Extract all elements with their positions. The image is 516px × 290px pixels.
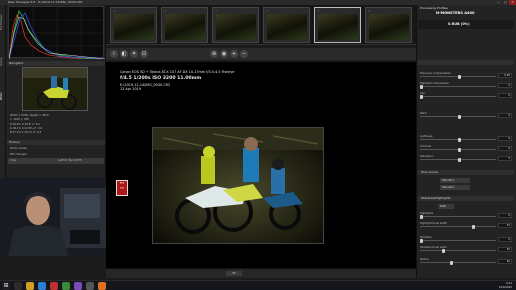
lock-icon[interactable]: ⊕ bbox=[210, 50, 218, 58]
rating-star-icon[interactable]: ☆ bbox=[368, 9, 371, 13]
zoom-100-icon[interactable]: ◉ bbox=[220, 50, 228, 58]
slider-lightness[interactable]: Lightness 0 bbox=[418, 135, 514, 142]
history-item-detail: Left=0, Top=2375 bbox=[58, 159, 82, 162]
main-photo[interactable] bbox=[152, 127, 324, 244]
slider-shadows[interactable]: Shadows 0 bbox=[418, 236, 514, 243]
filmstrip-thumbnail[interactable]: ☆ bbox=[365, 7, 412, 43]
image-size-info: Width = 5796, Height = 3870 bbox=[10, 114, 49, 117]
navigator-preview-image bbox=[23, 68, 87, 110]
histogram-graph bbox=[8, 7, 106, 60]
motocross-photo bbox=[153, 128, 323, 243]
slider-highlight-compression[interactable]: Highlight compression 0 bbox=[418, 82, 514, 89]
red-overlay-line2: TV bbox=[120, 186, 124, 190]
history-item-selected[interactable]: Crop Left=0, Top=2375 bbox=[8, 158, 104, 164]
rating-star-icon[interactable]: ☆ bbox=[317, 9, 320, 13]
webcam-person-image bbox=[0, 178, 106, 256]
pixel-values-red: R 26.6% H 29.8° L* 8.1 bbox=[10, 123, 41, 126]
watermark-text: N-MONSTERS A400 bbox=[436, 11, 475, 15]
file-explorer-icon[interactable] bbox=[26, 282, 34, 290]
app-icon[interactable] bbox=[74, 282, 82, 290]
crop-icon[interactable]: ⌗ bbox=[130, 50, 138, 58]
pixel-values-blue: B 27.1% V 30.1% b* 4.5 bbox=[10, 131, 42, 134]
slider-saturation[interactable]: Saturation 0 bbox=[418, 155, 514, 162]
filmstrip: ☆ ☆ ☆ ☆ ☆ ☆ bbox=[106, 5, 416, 45]
zoom-selector[interactable]: Fit bbox=[226, 271, 242, 276]
filmstrip-thumbnail[interactable]: ☆ bbox=[161, 7, 208, 43]
cursor-position: x: 1160 y: 768 bbox=[10, 118, 29, 121]
pixel-values-green: G 30.1% S 22.9% a* -3.0 bbox=[10, 127, 43, 130]
slider-shadows-tonal-width[interactable]: Shadows tonal width 30 bbox=[418, 246, 514, 253]
app-icon[interactable] bbox=[98, 282, 106, 290]
navigator-header[interactable]: Navigator bbox=[7, 61, 105, 66]
rating-star-icon[interactable]: ☆ bbox=[266, 9, 269, 13]
zoom-fit-icon[interactable]: ⊡ bbox=[140, 50, 148, 58]
zoom-in-icon[interactable]: + bbox=[230, 50, 238, 58]
red-overlay-badge: FIT TV bbox=[116, 180, 128, 196]
slider-radius[interactable]: Radius 40 bbox=[418, 258, 514, 265]
search-icon[interactable] bbox=[14, 282, 22, 290]
navigator-thumbnail[interactable] bbox=[22, 67, 88, 111]
slider-clip[interactable]: Clip 0 bbox=[418, 92, 514, 99]
color-space-select[interactable]: RGB bbox=[438, 204, 454, 209]
app-icon[interactable] bbox=[62, 282, 70, 290]
processing-profiles-title: Processing Profiles bbox=[420, 6, 448, 10]
tone-curve-mode-1[interactable]: Standard bbox=[440, 178, 470, 183]
filmstrip-thumbnail-selected[interactable]: ☆ bbox=[314, 7, 361, 43]
profile-selector[interactable]: 0.RUB (0%) bbox=[418, 20, 514, 29]
section-tone-curve[interactable]: Tone Curve bbox=[418, 170, 514, 175]
rawtherapee-icon[interactable] bbox=[86, 282, 94, 290]
history-item-label: Crop bbox=[10, 159, 17, 162]
filmstrip-thumbnail[interactable]: ☆ bbox=[110, 7, 157, 43]
slider-exposure-compensation[interactable]: Exposure compensation 0.00 bbox=[418, 72, 514, 79]
rating-star-icon[interactable]: ☆ bbox=[164, 9, 167, 13]
exif-exposure: f/4.5 1/200s ISO 3200 11.00mm bbox=[120, 76, 202, 81]
browser-icon[interactable] bbox=[38, 282, 46, 290]
slider-highlights[interactable]: Highlights 0 bbox=[418, 212, 514, 219]
slider-highlight-tonal-width[interactable]: Highlight tonal width 70 bbox=[418, 222, 514, 229]
filmstrip-thumbnail[interactable]: ☆ bbox=[263, 7, 310, 43]
viewer-bottom-bar: Fit bbox=[106, 268, 416, 278]
exif-camera-lens: Canon EOS 5D + Tokina AT-X 107 AF DX 10-… bbox=[120, 70, 235, 74]
tone-curve-mode-2[interactable]: Standard bbox=[440, 185, 470, 190]
section-shadows-highlights[interactable]: Shadows/Highlights bbox=[418, 196, 514, 201]
windows-start-icon[interactable]: ⊞ bbox=[2, 282, 10, 290]
exif-date: 12 Apr 2019 bbox=[120, 87, 141, 91]
window-title: Raw Therapee 5.8 - E:\2019-12-14\IMG_003… bbox=[8, 0, 83, 4]
zoom-out-icon[interactable]: − bbox=[240, 50, 248, 58]
rating-star-icon[interactable]: ☆ bbox=[113, 9, 116, 13]
slider-black[interactable]: Black 0 bbox=[418, 112, 514, 119]
editor-toolbar: i ◧ ⌗ ⊡ ⊕ ◉ + − bbox=[106, 48, 416, 60]
section-exposure[interactable] bbox=[418, 60, 514, 65]
app-icon[interactable] bbox=[50, 282, 58, 290]
taskbar-clock[interactable]: 9:21 12/4/2020 bbox=[499, 282, 512, 290]
before-after-icon[interactable]: ◧ bbox=[120, 50, 128, 58]
webcam-overlay bbox=[0, 178, 106, 256]
filmstrip-thumbnail[interactable]: ☆ bbox=[212, 7, 259, 43]
rating-star-icon[interactable]: ☆ bbox=[215, 9, 218, 13]
windows-taskbar: ⊞ 9:21 12/4/2020 bbox=[0, 280, 516, 290]
history-header[interactable]: History bbox=[7, 140, 105, 145]
slider-contrast[interactable]: Contrast 0 bbox=[418, 145, 514, 152]
clock-date: 12/4/2020 bbox=[498, 286, 512, 289]
info-icon[interactable]: i bbox=[110, 50, 118, 58]
histogram bbox=[8, 6, 106, 60]
